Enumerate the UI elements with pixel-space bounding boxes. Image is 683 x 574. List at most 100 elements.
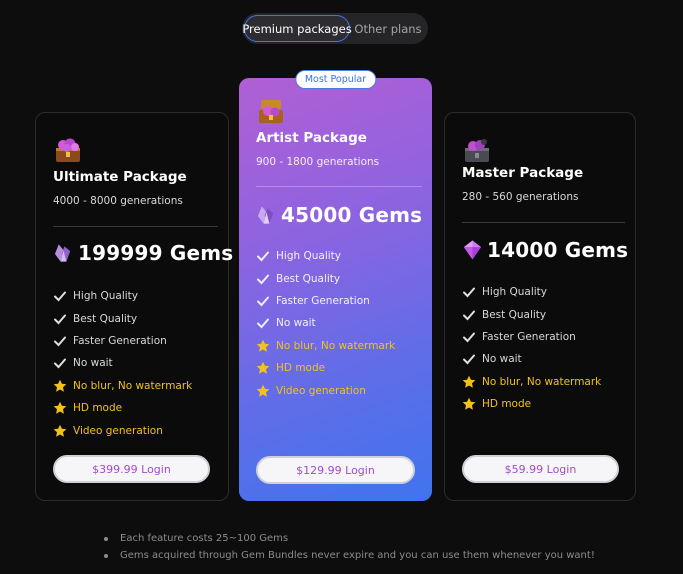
gems-text: 14000 Gems (487, 238, 629, 262)
purple-gem-icon (463, 240, 482, 260)
feature-item: High Quality (462, 281, 601, 303)
treasure-chest-icon (259, 100, 283, 123)
package-card-artist: Most Popular Artist Package 900 - 1800 g… (239, 70, 432, 501)
treasure-chest-icon (56, 138, 80, 162)
buy-artist-button[interactable]: $129.99 Login (256, 456, 415, 484)
feature-label: High Quality (73, 290, 138, 303)
gems-amount: 199999 Gems (53, 241, 233, 265)
feature-item: HD mode (53, 397, 192, 419)
gems-text: 199999 Gems (78, 241, 234, 265)
feature-label: No blur, No watermark (73, 379, 193, 392)
gem-cluster-icon (257, 206, 274, 224)
feature-item: HD mode (462, 393, 601, 415)
buy-ultimate-button[interactable]: $399.99 Login (53, 455, 210, 483)
feature-item: No blur, No watermark (462, 371, 601, 393)
feature-label: HD mode (276, 362, 326, 375)
check-icon (463, 310, 475, 321)
feature-item: No blur, No watermark (53, 375, 192, 397)
star-icon (256, 361, 270, 374)
package-generations: 280 - 560 generations (462, 191, 579, 203)
plan-tabs: Premium packages Other plans (242, 13, 428, 44)
footnote-text: Each feature costs 25~100 Gems (120, 533, 289, 544)
gem-cluster-icon (54, 244, 71, 262)
check-icon (54, 291, 66, 302)
check-icon (257, 296, 269, 307)
feature-item: Faster Generation (256, 290, 395, 312)
feature-label: Best Quality (276, 272, 341, 285)
footnotes: Each feature costs 25~100 Gems Gems acqu… (104, 530, 595, 564)
feature-item: No blur, No watermark (256, 335, 395, 357)
divider (462, 222, 625, 223)
check-icon (257, 318, 269, 329)
check-icon (54, 314, 66, 325)
star-icon (462, 375, 476, 388)
feature-item: Video generation (53, 419, 192, 441)
check-icon (463, 287, 475, 298)
footnote-text: Gems acquired through Gem Bundles never … (120, 550, 595, 561)
star-icon (462, 397, 476, 410)
feature-label: HD mode (73, 402, 123, 415)
package-generations: 4000 - 8000 generations (53, 195, 183, 207)
star-icon (256, 339, 270, 352)
feature-item: Best Quality (256, 267, 395, 289)
star-icon (53, 424, 67, 437)
star-icon (256, 384, 270, 397)
feature-label: Best Quality (73, 312, 138, 325)
feature-label: HD mode (482, 398, 532, 411)
feature-label: Faster Generation (276, 294, 370, 307)
feature-item: Best Quality (53, 307, 192, 329)
feature-label: Best Quality (482, 308, 547, 321)
gems-amount: 14000 Gems (462, 238, 628, 262)
check-icon (463, 332, 475, 343)
feature-label: Faster Generation (482, 330, 576, 343)
feature-item: No wait (53, 352, 192, 374)
feature-item: No wait (462, 348, 601, 370)
footnote-item: Gems acquired through Gem Bundles never … (104, 547, 595, 564)
tab-premium-packages[interactable]: Premium packages (242, 15, 352, 42)
bullet-icon (104, 553, 108, 558)
feature-label: High Quality (482, 286, 547, 299)
check-icon (54, 358, 66, 369)
star-icon (53, 379, 67, 392)
feature-item: HD mode (256, 357, 395, 379)
star-icon (53, 401, 67, 414)
feature-label: No blur, No watermark (276, 339, 396, 352)
feature-item: High Quality (256, 245, 395, 267)
feature-label: No wait (482, 353, 522, 366)
feature-item: Best Quality (462, 303, 601, 325)
package-card-ultimate: Ultimate Package 4000 - 8000 generations… (35, 112, 233, 501)
gems-amount: 45000 Gems (256, 203, 422, 227)
package-generations: 900 - 1800 generations (256, 156, 380, 168)
feature-label: Video generation (73, 424, 163, 437)
package-title: Master Package (462, 165, 584, 181)
check-icon (257, 251, 269, 262)
feature-item: Faster Generation (53, 330, 192, 352)
check-icon (463, 354, 475, 365)
tab-other-plans[interactable]: Other plans (350, 15, 426, 42)
feature-item: High Quality (53, 285, 192, 307)
feature-label: No wait (73, 357, 113, 370)
feature-label: Faster Generation (73, 334, 167, 347)
bullet-icon (104, 536, 108, 541)
feature-item: Faster Generation (462, 326, 601, 348)
package-title: Ultimate Package (53, 169, 187, 185)
footnote-item: Each feature costs 25~100 Gems (104, 530, 595, 547)
feature-label: Video generation (276, 384, 366, 397)
feature-label: No blur, No watermark (482, 375, 602, 388)
gems-text: 45000 Gems (281, 203, 423, 227)
check-icon (257, 274, 269, 285)
feature-label: No wait (276, 317, 316, 330)
package-title: Artist Package (256, 130, 367, 146)
feature-label: High Quality (276, 250, 341, 263)
feature-item: Video generation (256, 379, 395, 401)
divider (53, 226, 218, 227)
divider (256, 186, 422, 187)
package-card-master: Master Package 280 - 560 generations 140… (444, 112, 636, 501)
most-popular-badge: Most Popular (294, 70, 377, 89)
feature-list: High Quality Best Quality Faster Generat… (53, 285, 192, 442)
buy-master-button[interactable]: $59.99 Login (462, 455, 619, 483)
feature-list: High Quality Best Quality Faster Generat… (256, 245, 395, 402)
feature-item: No wait (256, 312, 395, 334)
treasure-chest-icon (465, 139, 489, 162)
feature-list: High Quality Best Quality Faster Generat… (462, 281, 601, 415)
